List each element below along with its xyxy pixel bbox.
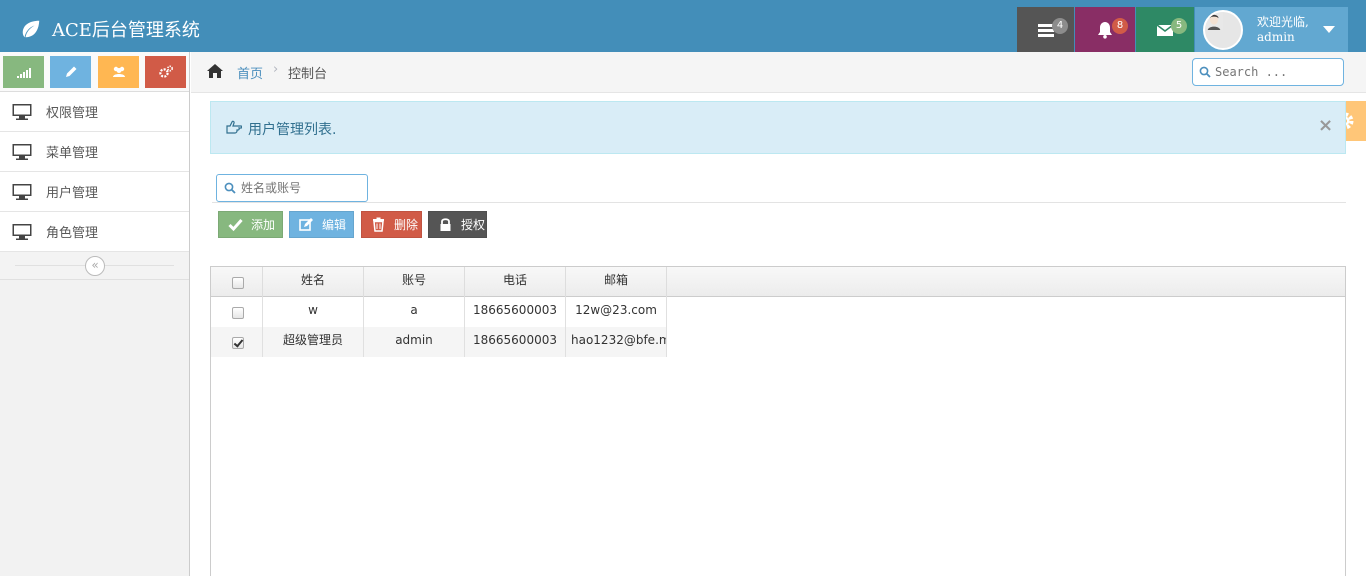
cell-account: admin bbox=[364, 327, 465, 357]
sidebar-item-menus[interactable]: 菜单管理 bbox=[0, 132, 189, 172]
sidebar-collapse: « bbox=[0, 252, 189, 280]
column-header[interactable]: 电话 bbox=[465, 267, 566, 297]
table-row[interactable]: w a 18665600003 12w@23.com bbox=[211, 297, 667, 327]
user-info: 欢迎光临, admin bbox=[1257, 15, 1309, 45]
sidebar-item-label: 菜单管理 bbox=[46, 146, 99, 161]
double-angle-left-icon[interactable]: « bbox=[85, 256, 105, 276]
search-icon bbox=[224, 182, 236, 194]
leaf-icon bbox=[22, 20, 40, 38]
info-alert: 用户管理列表. × bbox=[210, 101, 1346, 154]
avatar bbox=[1203, 9, 1243, 50]
cell-account: a bbox=[364, 297, 465, 327]
column-header[interactable]: 邮箱 bbox=[566, 267, 667, 297]
nav-search bbox=[1192, 58, 1344, 86]
divider bbox=[212, 202, 1346, 203]
shortcut-cogs-button[interactable] bbox=[145, 56, 186, 88]
delete-button-label: 删除 bbox=[394, 218, 419, 232]
user-photo-icon bbox=[1205, 11, 1223, 30]
add-button-label: 添加 bbox=[251, 218, 276, 232]
cogs-icon bbox=[158, 65, 173, 78]
notifications-badge: 8 bbox=[1112, 18, 1128, 34]
cell-phone: 18665600003 bbox=[465, 327, 566, 357]
navbar: ACE后台管理系统 4 8 5 欢迎光临, admin bbox=[0, 0, 1366, 52]
sidebar-item-roles[interactable]: 角色管理 bbox=[0, 212, 189, 252]
trash-icon bbox=[373, 217, 384, 232]
app-title: ACE后台管理系统 bbox=[52, 20, 200, 41]
user-table: 姓名 账号 电话 邮箱 w a 18665600003 12w@23.com 超… bbox=[210, 266, 1346, 576]
shortcut-pencil-button[interactable] bbox=[50, 56, 91, 88]
group-icon bbox=[112, 66, 125, 77]
table-row[interactable]: 超级管理员 admin 18665600003 hao1232@bfe.me bbox=[211, 327, 667, 357]
add-button[interactable]: 添加 bbox=[218, 211, 283, 238]
authorize-button-label: 授权 bbox=[461, 218, 486, 232]
desktop-icon bbox=[12, 183, 32, 200]
shortcut-signal-button[interactable] bbox=[3, 56, 44, 88]
row-checkbox[interactable] bbox=[232, 337, 244, 349]
cell-email: hao1232@bfe.me bbox=[566, 327, 667, 357]
shortcut-group-button[interactable] bbox=[98, 56, 139, 88]
select-all-cell bbox=[211, 267, 263, 297]
brand[interactable]: ACE后台管理系统 bbox=[20, 14, 200, 44]
notifications-button[interactable]: 8 bbox=[1075, 7, 1135, 52]
sidebar-item-permissions[interactable]: 权限管理 bbox=[0, 92, 189, 132]
authorize-button[interactable]: 授权 bbox=[428, 211, 487, 238]
column-header[interactable]: 账号 bbox=[364, 267, 465, 297]
row-select-cell bbox=[211, 297, 263, 327]
tasks-button[interactable]: 4 bbox=[1017, 7, 1074, 52]
row-checkbox[interactable] bbox=[232, 307, 244, 319]
nav-search-input[interactable] bbox=[1215, 62, 1335, 82]
search-icon bbox=[1199, 66, 1211, 78]
user-search-input[interactable] bbox=[241, 178, 361, 198]
sidebar: 权限管理 菜单管理 用户管理 角色管理 « bbox=[0, 52, 190, 576]
breadcrumb: 首页 › 控制台 bbox=[191, 52, 1366, 93]
alert-message: 用户管理列表. bbox=[248, 122, 337, 138]
username: admin bbox=[1257, 29, 1295, 44]
cell-name: 超级管理员 bbox=[263, 327, 364, 357]
breadcrumb-separator: › bbox=[273, 62, 279, 77]
check-icon bbox=[228, 219, 243, 232]
row-select-cell bbox=[211, 327, 263, 357]
messages-button[interactable]: 5 bbox=[1136, 7, 1194, 52]
hand-right-icon bbox=[226, 120, 242, 134]
sidebar-item-label: 用户管理 bbox=[46, 186, 99, 201]
alert-close-button[interactable]: × bbox=[1318, 115, 1333, 136]
delete-button[interactable]: 删除 bbox=[361, 211, 422, 238]
sidebar-shortcuts bbox=[0, 52, 189, 92]
sidebar-item-label: 权限管理 bbox=[46, 106, 99, 121]
desktop-icon bbox=[12, 143, 32, 160]
cell-name: w bbox=[263, 297, 364, 327]
desktop-icon bbox=[12, 223, 32, 240]
column-header[interactable]: 姓名 bbox=[263, 267, 364, 297]
caret-down-icon bbox=[1323, 26, 1335, 33]
messages-badge: 5 bbox=[1171, 18, 1187, 34]
table-header: 姓名 账号 电话 邮箱 bbox=[211, 267, 1345, 297]
cell-phone: 18665600003 bbox=[465, 297, 566, 327]
welcome-text: 欢迎光临, bbox=[1257, 14, 1309, 29]
tasks-badge: 4 bbox=[1052, 18, 1068, 34]
desktop-icon bbox=[12, 103, 32, 120]
edit-button-label: 编辑 bbox=[322, 218, 347, 232]
sidebar-item-users[interactable]: 用户管理 bbox=[0, 172, 189, 212]
edit-button[interactable]: 编辑 bbox=[289, 211, 354, 238]
breadcrumb-current: 控制台 bbox=[288, 67, 328, 82]
sidebar-item-label: 角色管理 bbox=[46, 226, 99, 241]
signal-icon bbox=[16, 68, 31, 78]
user-search bbox=[216, 174, 368, 202]
pencil-icon bbox=[65, 66, 76, 77]
cell-email: 12w@23.com bbox=[566, 297, 667, 327]
lock-icon bbox=[440, 218, 451, 231]
edit-icon bbox=[299, 218, 313, 231]
select-all-checkbox[interactable] bbox=[232, 277, 244, 289]
breadcrumb-home-link[interactable]: 首页 bbox=[237, 63, 263, 82]
user-menu[interactable]: 欢迎光临, admin bbox=[1195, 7, 1348, 52]
home-icon[interactable] bbox=[206, 63, 224, 79]
